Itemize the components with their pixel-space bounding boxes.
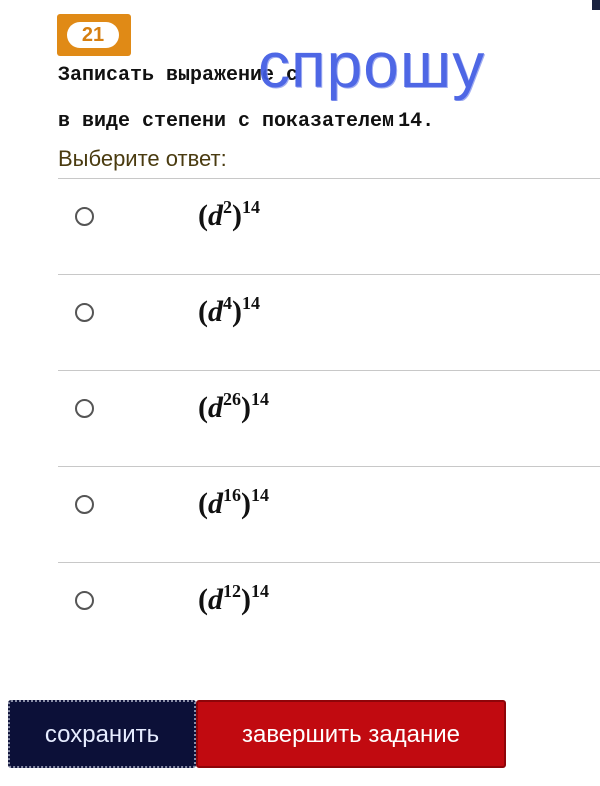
answer-expression: (d4)14 [198, 293, 260, 328]
radio-button[interactable] [75, 303, 94, 322]
radio-button[interactable] [75, 207, 94, 226]
answer-option-3[interactable]: (d26)14 [58, 370, 600, 466]
save-button[interactable]: сохранить [8, 700, 196, 768]
inner-exponent: 26 [223, 389, 241, 409]
expression-base: d [208, 487, 223, 520]
finish-task-button[interactable]: завершить задание [196, 700, 506, 768]
overlay-watermark-text: спрошу [258, 29, 486, 101]
task-text-line-2: в виде степени с показателем 14. [58, 110, 434, 133]
answer-expression: (d12)14 [198, 581, 269, 616]
answer-expression: (d26)14 [198, 389, 269, 424]
radio-button[interactable] [75, 591, 94, 610]
inner-exponent: 16 [223, 485, 241, 505]
corner-mark [592, 0, 600, 10]
task-exponent: 14. [398, 110, 435, 133]
answer-options-list: (d2)14 (d4)14 (d26)14 (d16)14 (d12)14 [58, 178, 600, 658]
question-number-badge: 21 [57, 14, 131, 56]
question-number: 21 [67, 22, 119, 48]
expression-base: d [208, 583, 223, 616]
expression-base: d [208, 295, 223, 328]
outer-exponent: 14 [251, 389, 269, 409]
outer-exponent: 14 [242, 293, 260, 313]
answer-option-2[interactable]: (d4)14 [58, 274, 600, 370]
answer-option-4[interactable]: (d16)14 [58, 466, 600, 562]
answer-prompt: Выберите ответ: [58, 146, 227, 171]
expression-base: d [208, 391, 223, 424]
inner-exponent: 12 [223, 581, 241, 601]
answer-option-5[interactable]: (d12)14 [58, 562, 600, 658]
inner-exponent: 4 [223, 293, 232, 313]
answer-expression: (d16)14 [198, 485, 269, 520]
answer-option-1[interactable]: (d2)14 [58, 178, 600, 274]
answer-expression: (d2)14 [198, 197, 260, 232]
outer-exponent: 14 [242, 197, 260, 217]
outer-exponent: 14 [251, 485, 269, 505]
radio-button[interactable] [75, 399, 94, 418]
expression-base: d [208, 199, 223, 232]
radio-button[interactable] [75, 495, 94, 514]
inner-exponent: 2 [223, 197, 232, 217]
task-text-line-2-body: в виде степени с показателем [58, 110, 395, 133]
outer-exponent: 14 [251, 581, 269, 601]
